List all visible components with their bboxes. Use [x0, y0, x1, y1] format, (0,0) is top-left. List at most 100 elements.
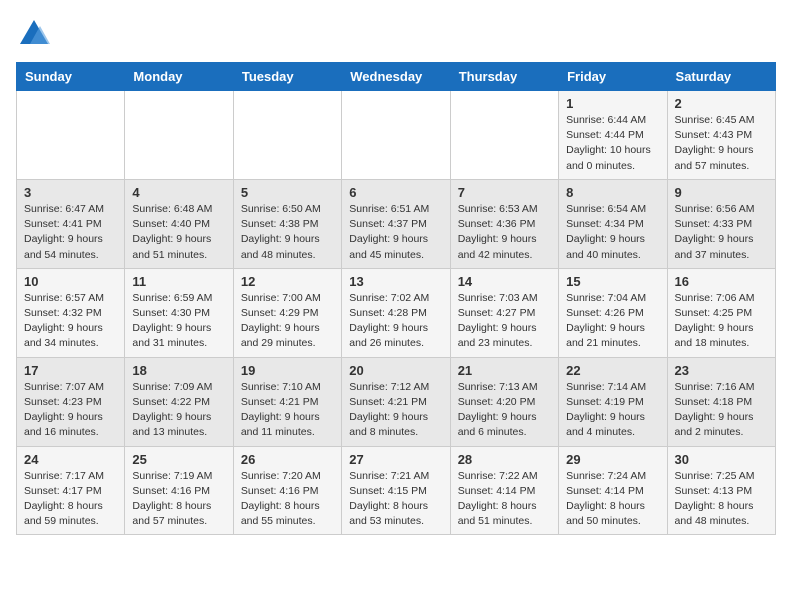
day-info: Sunrise: 7:20 AM Sunset: 4:16 PM Dayligh… — [241, 469, 334, 530]
week-row-1: 1 Sunrise: 6:44 AM Sunset: 4:44 PM Daylig… — [17, 91, 776, 180]
day-number: 13 — [349, 274, 442, 289]
day-number: 15 — [566, 274, 659, 289]
day-info: Sunrise: 7:10 AM Sunset: 4:21 PM Dayligh… — [241, 380, 334, 441]
logo — [16, 16, 56, 52]
calendar-cell: 21Sunrise: 7:13 AM Sunset: 4:20 PM Dayli… — [450, 357, 558, 446]
calendar-cell — [342, 91, 450, 180]
day-info: Sunrise: 7:16 AM Sunset: 4:18 PM Dayligh… — [675, 380, 768, 441]
calendar-cell: 16 Sunrise: 7:06 AM Sunset: 4:25 PM Dayli… — [667, 268, 775, 357]
day-number: 6 — [349, 185, 442, 200]
day-number: 28 — [458, 452, 551, 467]
calendar-cell: 7 Sunrise: 6:53 AM Sunset: 4:36 PM Daylig… — [450, 179, 558, 268]
day-info: Sunrise: 7:24 AM Sunset: 4:14 PM Dayligh… — [566, 469, 659, 530]
calendar-cell: 14 Sunrise: 7:03 AM Sunset: 4:27 PM Dayli… — [450, 268, 558, 357]
day-number: 20 — [349, 363, 442, 378]
calendar-cell: 8Sunrise: 6:54 AM Sunset: 4:34 PM Daylig… — [559, 179, 667, 268]
calendar-cell — [450, 91, 558, 180]
day-info: Sunrise: 7:04 AM Sunset: 4:26 PM Dayligh… — [566, 291, 659, 352]
calendar-cell: 18 Sunrise: 7:09 AM Sunset: 4:22 PM Dayli… — [125, 357, 233, 446]
day-number: 16 — [675, 274, 768, 289]
day-number: 25 — [132, 452, 225, 467]
day-info: Sunrise: 7:00 AM Sunset: 4:29 PM Dayligh… — [241, 291, 334, 352]
weekday-header-tuesday: Tuesday — [233, 63, 341, 91]
day-number: 9 — [675, 185, 768, 200]
calendar-table: SundayMondayTuesdayWednesdayThursdayFrid… — [16, 62, 776, 535]
day-number: 1 — [566, 96, 659, 111]
calendar-cell: 26 Sunrise: 7:20 AM Sunset: 4:16 PM Dayli… — [233, 446, 341, 535]
day-number: 8 — [566, 185, 659, 200]
day-number: 12 — [241, 274, 334, 289]
day-info: Sunrise: 6:48 AM Sunset: 4:40 PM Dayligh… — [132, 202, 225, 263]
day-info: Sunrise: 6:44 AM Sunset: 4:44 PM Dayligh… — [566, 113, 659, 174]
calendar-cell: 24 Sunrise: 7:17 AM Sunset: 4:17 PM Dayli… — [17, 446, 125, 535]
calendar-cell: 19 Sunrise: 7:10 AM Sunset: 4:21 PM Dayli… — [233, 357, 341, 446]
day-number: 22 — [566, 363, 659, 378]
calendar-cell: 6 Sunrise: 6:51 AM Sunset: 4:37 PM Daylig… — [342, 179, 450, 268]
weekday-header-saturday: Saturday — [667, 63, 775, 91]
calendar-cell: 29 Sunrise: 7:24 AM Sunset: 4:14 PM Dayli… — [559, 446, 667, 535]
day-number: 19 — [241, 363, 334, 378]
calendar-cell: 27 Sunrise: 7:21 AM Sunset: 4:15 PM Dayli… — [342, 446, 450, 535]
day-number: 30 — [675, 452, 768, 467]
day-number: 14 — [458, 274, 551, 289]
calendar-cell: 9 Sunrise: 6:56 AM Sunset: 4:33 PM Daylig… — [667, 179, 775, 268]
day-info: Sunrise: 7:22 AM Sunset: 4:14 PM Dayligh… — [458, 469, 551, 530]
week-row-2: 3 Sunrise: 6:47 AM Sunset: 4:41 PM Daylig… — [17, 179, 776, 268]
calendar-cell: 1 Sunrise: 6:44 AM Sunset: 4:44 PM Daylig… — [559, 91, 667, 180]
day-info: Sunrise: 7:14 AM Sunset: 4:19 PM Dayligh… — [566, 380, 659, 441]
day-number: 27 — [349, 452, 442, 467]
day-info: Sunrise: 6:56 AM Sunset: 4:33 PM Dayligh… — [675, 202, 768, 263]
day-info: Sunrise: 7:17 AM Sunset: 4:17 PM Dayligh… — [24, 469, 117, 530]
calendar-cell: 28 Sunrise: 7:22 AM Sunset: 4:14 PM Dayli… — [450, 446, 558, 535]
week-row-3: 10 Sunrise: 6:57 AM Sunset: 4:32 PM Dayli… — [17, 268, 776, 357]
day-info: Sunrise: 6:51 AM Sunset: 4:37 PM Dayligh… — [349, 202, 442, 263]
day-info: Sunrise: 7:02 AM Sunset: 4:28 PM Dayligh… — [349, 291, 442, 352]
page-header — [16, 16, 776, 52]
day-number: 5 — [241, 185, 334, 200]
day-number: 3 — [24, 185, 117, 200]
day-info: Sunrise: 6:50 AM Sunset: 4:38 PM Dayligh… — [241, 202, 334, 263]
day-number: 23 — [675, 363, 768, 378]
calendar-cell: 15 Sunrise: 7:04 AM Sunset: 4:26 PM Dayli… — [559, 268, 667, 357]
calendar-cell — [233, 91, 341, 180]
day-info: Sunrise: 7:21 AM Sunset: 4:15 PM Dayligh… — [349, 469, 442, 530]
day-number: 29 — [566, 452, 659, 467]
day-number: 18 — [132, 363, 225, 378]
day-number: 7 — [458, 185, 551, 200]
calendar-cell — [125, 91, 233, 180]
calendar-cell — [17, 91, 125, 180]
weekday-header-sunday: Sunday — [17, 63, 125, 91]
day-info: Sunrise: 7:07 AM Sunset: 4:23 PM Dayligh… — [24, 380, 117, 441]
calendar-cell: 3 Sunrise: 6:47 AM Sunset: 4:41 PM Daylig… — [17, 179, 125, 268]
weekday-header-thursday: Thursday — [450, 63, 558, 91]
weekday-header-row: SundayMondayTuesdayWednesdayThursdayFrid… — [17, 63, 776, 91]
calendar-cell: 13 Sunrise: 7:02 AM Sunset: 4:28 PM Dayli… — [342, 268, 450, 357]
weekday-header-wednesday: Wednesday — [342, 63, 450, 91]
day-info: Sunrise: 6:57 AM Sunset: 4:32 PM Dayligh… — [24, 291, 117, 352]
calendar-cell: 10 Sunrise: 6:57 AM Sunset: 4:32 PM Dayli… — [17, 268, 125, 357]
day-number: 26 — [241, 452, 334, 467]
weekday-header-friday: Friday — [559, 63, 667, 91]
day-number: 10 — [24, 274, 117, 289]
calendar-cell: 2 Sunrise: 6:45 AM Sunset: 4:43 PM Daylig… — [667, 91, 775, 180]
day-info: Sunrise: 7:25 AM Sunset: 4:13 PM Dayligh… — [675, 469, 768, 530]
day-number: 17 — [24, 363, 117, 378]
day-info: Sunrise: 7:03 AM Sunset: 4:27 PM Dayligh… — [458, 291, 551, 352]
day-info: Sunrise: 7:09 AM Sunset: 4:22 PM Dayligh… — [132, 380, 225, 441]
weekday-header-monday: Monday — [125, 63, 233, 91]
day-info: Sunrise: 7:13 AM Sunset: 4:20 PM Dayligh… — [458, 380, 551, 441]
calendar-cell: 17 Sunrise: 7:07 AM Sunset: 4:23 PM Dayli… — [17, 357, 125, 446]
day-info: Sunrise: 6:45 AM Sunset: 4:43 PM Dayligh… — [675, 113, 768, 174]
calendar-cell: 20Sunrise: 7:12 AM Sunset: 4:21 PM Dayli… — [342, 357, 450, 446]
day-info: Sunrise: 6:53 AM Sunset: 4:36 PM Dayligh… — [458, 202, 551, 263]
day-info: Sunrise: 6:47 AM Sunset: 4:41 PM Dayligh… — [24, 202, 117, 263]
day-info: Sunrise: 7:19 AM Sunset: 4:16 PM Dayligh… — [132, 469, 225, 530]
day-number: 24 — [24, 452, 117, 467]
calendar-cell: 22 Sunrise: 7:14 AM Sunset: 4:19 PM Dayli… — [559, 357, 667, 446]
calendar-cell: 30 Sunrise: 7:25 AM Sunset: 4:13 PM Dayli… — [667, 446, 775, 535]
day-info: Sunrise: 7:06 AM Sunset: 4:25 PM Dayligh… — [675, 291, 768, 352]
day-number: 11 — [132, 274, 225, 289]
day-number: 2 — [675, 96, 768, 111]
calendar-cell: 25 Sunrise: 7:19 AM Sunset: 4:16 PM Dayli… — [125, 446, 233, 535]
week-row-4: 17 Sunrise: 7:07 AM Sunset: 4:23 PM Dayli… — [17, 357, 776, 446]
